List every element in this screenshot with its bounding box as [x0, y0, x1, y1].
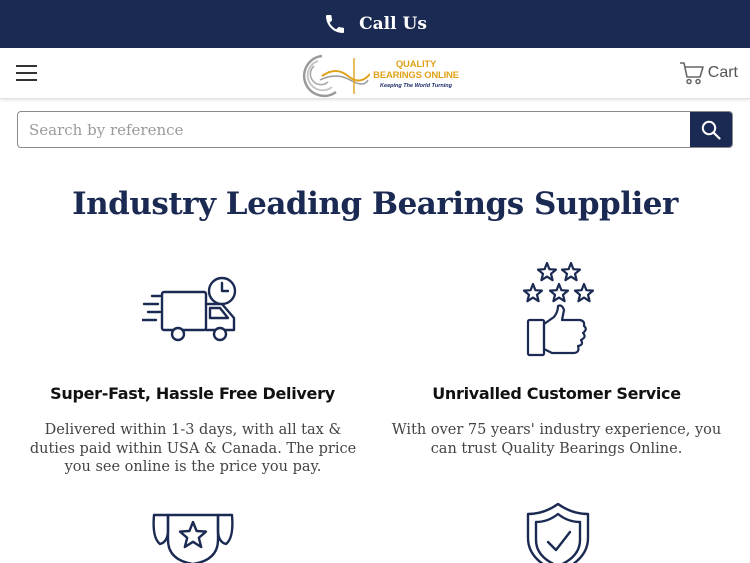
shield-check-icon	[526, 502, 590, 563]
cart-label: Cart	[707, 64, 738, 81]
site-logo[interactable]: QUALITY BEARINGS ONLINE Keeping The Worl…	[292, 52, 460, 98]
logo-brand-text: QUALITY BEARINGS ONLINE	[373, 59, 459, 81]
phone-icon	[326, 15, 345, 33]
search-input[interactable]	[18, 112, 690, 147]
hamburger-icon[interactable]	[16, 65, 37, 83]
trophy-star-icon	[152, 513, 234, 563]
call-us-bar[interactable]: Call Us	[0, 0, 750, 48]
cart-icon	[679, 62, 704, 85]
page-headline: Industry Leading Bearings Supplier	[72, 186, 678, 222]
search-bar	[17, 111, 733, 148]
call-us-label: Call Us	[359, 14, 427, 34]
logo-tagline: Keeping The World Turning	[380, 83, 452, 89]
stars-thumbs-up-icon	[522, 261, 595, 357]
search-icon	[701, 120, 721, 140]
feature-description-customer-service: With over 75 years' industry experience,…	[391, 422, 722, 457]
feature-title-customer-service: Unrivalled Customer Service	[432, 384, 681, 403]
feature-description-delivery: Delivered within 1-3 days, with all tax …	[29, 422, 357, 475]
cart-button[interactable]: Cart	[679, 58, 738, 88]
site-header: QUALITY BEARINGS ONLINE Keeping The Worl…	[0, 48, 750, 99]
bearing-logo-icon	[302, 54, 370, 98]
feature-title-delivery: Super-Fast, Hassle Free Delivery	[50, 384, 335, 403]
delivery-truck-icon	[142, 276, 237, 342]
search-button[interactable]	[690, 112, 732, 147]
